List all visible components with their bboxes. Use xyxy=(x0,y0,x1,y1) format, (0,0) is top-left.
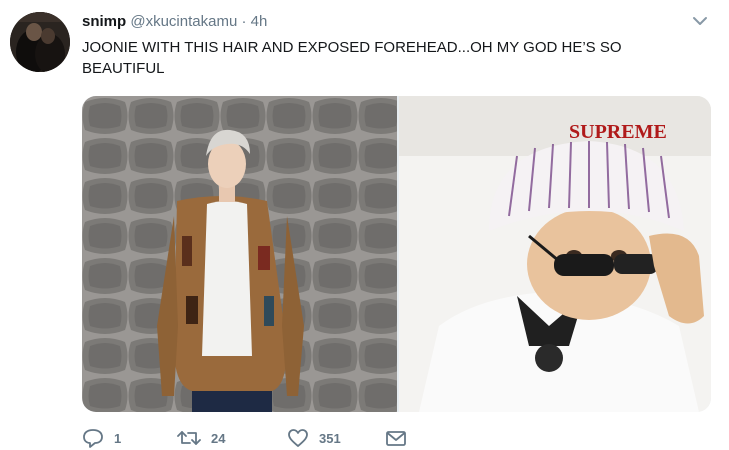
user-handle[interactable]: @xkucintakamu xyxy=(130,13,237,30)
retweet-icon xyxy=(177,431,201,445)
tweet-header: snimp @xkucintakamu · 4h xyxy=(82,12,267,32)
display-name[interactable]: snimp xyxy=(82,13,126,30)
retweet-count: 24 xyxy=(211,430,226,446)
avatar-image xyxy=(10,12,70,72)
tweet-text: JOONIE WITH THIS HAIR AND EXPOSED FOREHE… xyxy=(82,39,622,77)
reply-icon xyxy=(83,429,103,448)
reply-count: 1 xyxy=(114,430,122,446)
hat-text: SUPREME xyxy=(569,121,667,143)
like-count: 351 xyxy=(319,430,341,446)
chevron-down-icon[interactable] xyxy=(691,14,709,28)
like-button[interactable]: 351 xyxy=(287,428,341,448)
heart-icon xyxy=(288,429,308,447)
separator-dot: · xyxy=(241,13,247,30)
photo-left[interactable] xyxy=(82,96,397,412)
timestamp[interactable]: 4h xyxy=(251,13,268,30)
media-grid: SUPREME xyxy=(82,96,711,412)
avatar[interactable] xyxy=(10,12,70,72)
reply-button[interactable]: 1 xyxy=(82,428,121,448)
photo-right[interactable]: SUPREME xyxy=(399,96,711,412)
dm-button[interactable] xyxy=(385,428,407,448)
tweet-actions: 1 24 351 xyxy=(82,428,682,450)
retweet-button[interactable]: 24 xyxy=(177,428,225,448)
envelope-icon xyxy=(386,431,406,446)
